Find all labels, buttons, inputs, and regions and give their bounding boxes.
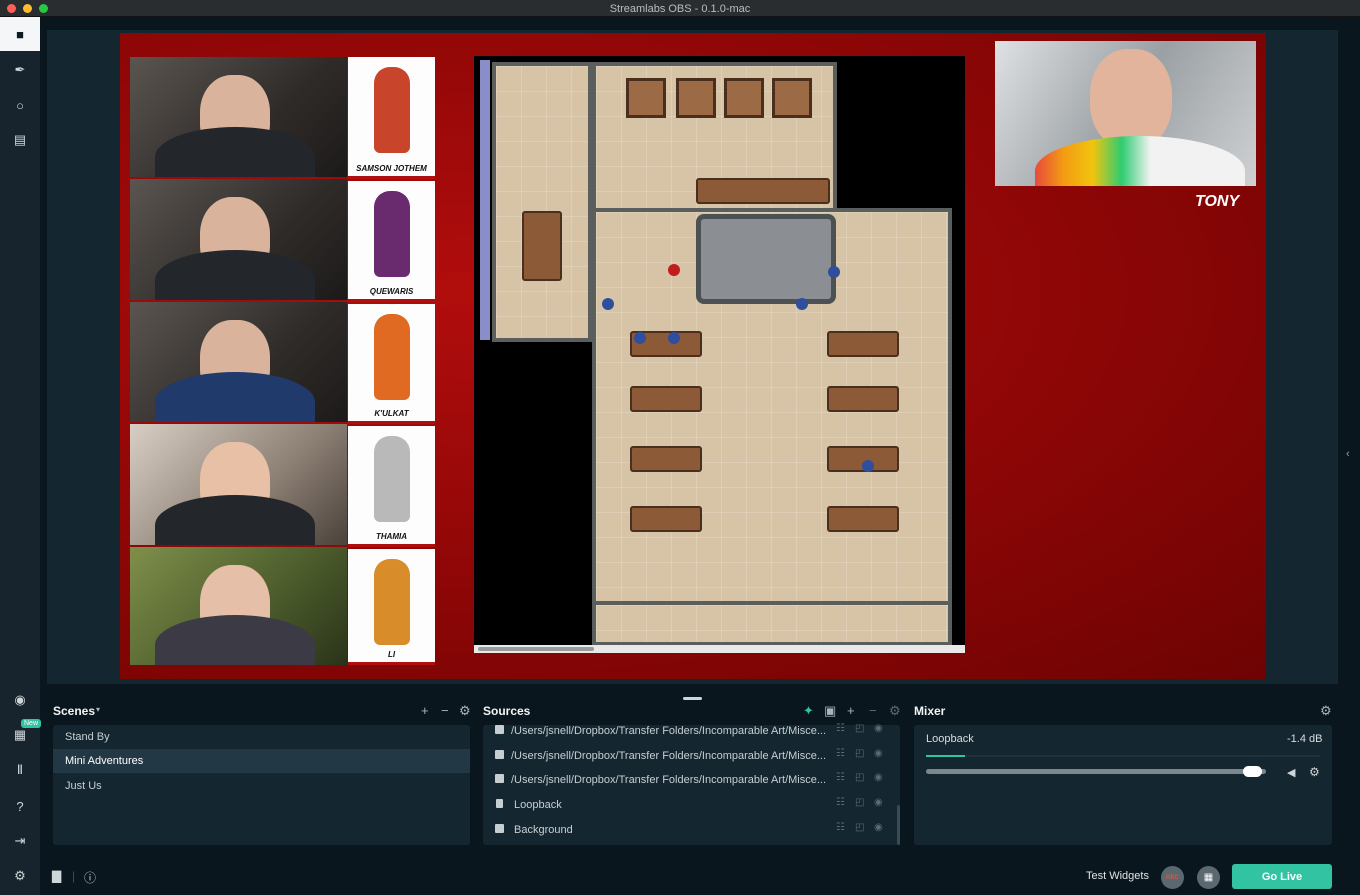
- lock-icon[interactable]: ☷: [836, 723, 845, 734]
- unlock-icon[interactable]: ◰: [855, 723, 864, 734]
- image-icon: [495, 774, 504, 783]
- nav-columns-icon[interactable]: Ⅱ: [0, 753, 40, 787]
- nav-editor-camera-icon[interactable]: ■: [0, 17, 40, 51]
- nav-studio-mode-compass-icon[interactable]: ◉: [0, 683, 40, 717]
- window-titlebar: Streamlabs OBS - 0.1.0-mac: [0, 0, 1360, 17]
- eye-icon[interactable]: ◉: [874, 822, 883, 833]
- eye-icon[interactable]: ◉: [874, 723, 883, 734]
- sources-title: Sources: [483, 704, 531, 718]
- mixer-title: Mixer: [914, 704, 946, 718]
- character-card: K'ULKAT: [348, 304, 435, 424]
- mixer-panel: [914, 725, 1332, 845]
- scene-item[interactable]: Just Us: [53, 774, 470, 798]
- add-source-button[interactable]: +: [847, 703, 855, 718]
- source-row[interactable]: Loopback ☷ ◰ ◉: [491, 794, 887, 818]
- webcam-feed[interactable]: [130, 424, 347, 545]
- source-row[interactable]: /Users/jsnell/Dropbox/Transfer Folders/I…: [491, 745, 887, 769]
- remove-source-button[interactable]: −: [869, 703, 877, 718]
- add-folder-icon[interactable]: ▣: [824, 703, 836, 719]
- eye-icon[interactable]: ◉: [874, 772, 883, 783]
- nav-dashboard-chat-icon[interactable]: ○: [0, 88, 40, 122]
- speaker-icon[interactable]: ◀: [1287, 766, 1295, 779]
- scene-item[interactable]: Stand By: [53, 725, 470, 749]
- nav-store-icon[interactable]: ▤: [0, 123, 40, 157]
- add-source-wand-icon[interactable]: ✦: [803, 703, 814, 719]
- audio-meter-fill: [926, 755, 966, 757]
- nav-themes-brush-icon[interactable]: ✒: [0, 53, 40, 87]
- webcam-feed[interactable]: [130, 57, 347, 177]
- test-widgets-button[interactable]: Test Widgets: [1086, 870, 1149, 882]
- source-row[interactable]: /Users/jsnell/Dropbox/Transfer Folders/I…: [491, 769, 887, 793]
- audio-source-name: Loopback: [926, 733, 974, 745]
- file-icon: [496, 799, 503, 808]
- image-icon: [495, 750, 504, 759]
- unlock-icon[interactable]: ◰: [855, 748, 864, 759]
- panel-resize-handle[interactable]: [683, 697, 702, 700]
- eye-icon[interactable]: ◉: [874, 748, 883, 759]
- lock-icon[interactable]: ☷: [836, 822, 845, 833]
- audio-settings-gear-icon[interactable]: ⚙: [1309, 765, 1320, 779]
- lock-icon[interactable]: ☷: [836, 772, 845, 783]
- source-settings-gear-icon[interactable]: ⚙: [889, 703, 901, 719]
- calendar-icon[interactable]: ▦: [1197, 866, 1220, 889]
- window-title: Streamlabs OBS - 0.1.0-mac: [609, 3, 751, 15]
- audio-meter: [926, 755, 1320, 757]
- chevron-down-icon[interactable]: ▾: [96, 705, 100, 714]
- character-card: LI: [348, 549, 435, 665]
- nav-logout-icon[interactable]: ⇥: [0, 824, 40, 858]
- host-webcam-feed[interactable]: [995, 41, 1256, 186]
- webcam-feed[interactable]: [130, 302, 347, 422]
- host-name-label: TONY: [1195, 193, 1240, 210]
- character-card: QUEWARIS: [348, 181, 435, 302]
- image-icon: [495, 824, 504, 833]
- stats-chart-icon[interactable]: ▇: [52, 869, 61, 883]
- unlock-icon[interactable]: ◰: [855, 772, 864, 783]
- source-row[interactable]: Background ☷ ◰ ◉: [491, 819, 887, 843]
- battle-map[interactable]: [474, 56, 965, 653]
- nav-settings-gear-icon[interactable]: ⚙: [0, 859, 40, 893]
- go-live-button[interactable]: Go Live: [1232, 864, 1332, 889]
- scene-item-selected[interactable]: Mini Adventures: [53, 749, 470, 773]
- sources-scrollbar[interactable]: [897, 805, 900, 845]
- character-card: THAMIA: [348, 426, 435, 547]
- scene-settings-gear-icon[interactable]: ⚙: [459, 703, 471, 719]
- lock-icon[interactable]: ☷: [836, 797, 845, 808]
- eye-icon[interactable]: ◉: [874, 797, 883, 808]
- volume-slider-knob[interactable]: [1243, 766, 1263, 777]
- new-badge: New: [21, 719, 42, 728]
- image-icon: [495, 725, 504, 734]
- volume-slider[interactable]: [926, 769, 1266, 774]
- remove-scene-button[interactable]: −: [441, 703, 449, 718]
- info-icon[interactable]: ⓘ: [84, 869, 96, 886]
- source-row[interactable]: /Users/jsnell/Dropbox/Transfer Folders/I…: [491, 720, 887, 744]
- add-scene-button[interactable]: +: [421, 703, 429, 718]
- audio-level-db: -1.4 dB: [1287, 733, 1323, 745]
- unlock-icon[interactable]: ◰: [855, 797, 864, 808]
- webcam-feed[interactable]: [130, 547, 347, 665]
- character-card: SAMSON JOTHEM: [348, 57, 435, 179]
- divider: |: [72, 869, 76, 883]
- unlock-icon[interactable]: ◰: [855, 822, 864, 833]
- mixer-settings-gear-icon[interactable]: ⚙: [1320, 703, 1332, 719]
- webcam-feed[interactable]: [130, 179, 347, 300]
- chevron-left-icon[interactable]: ‹: [1346, 448, 1350, 460]
- lock-icon[interactable]: ☷: [836, 748, 845, 759]
- scenes-title: Scenes: [53, 704, 96, 718]
- record-button[interactable]: REC: [1161, 866, 1184, 889]
- nav-help-icon[interactable]: ?: [0, 789, 40, 823]
